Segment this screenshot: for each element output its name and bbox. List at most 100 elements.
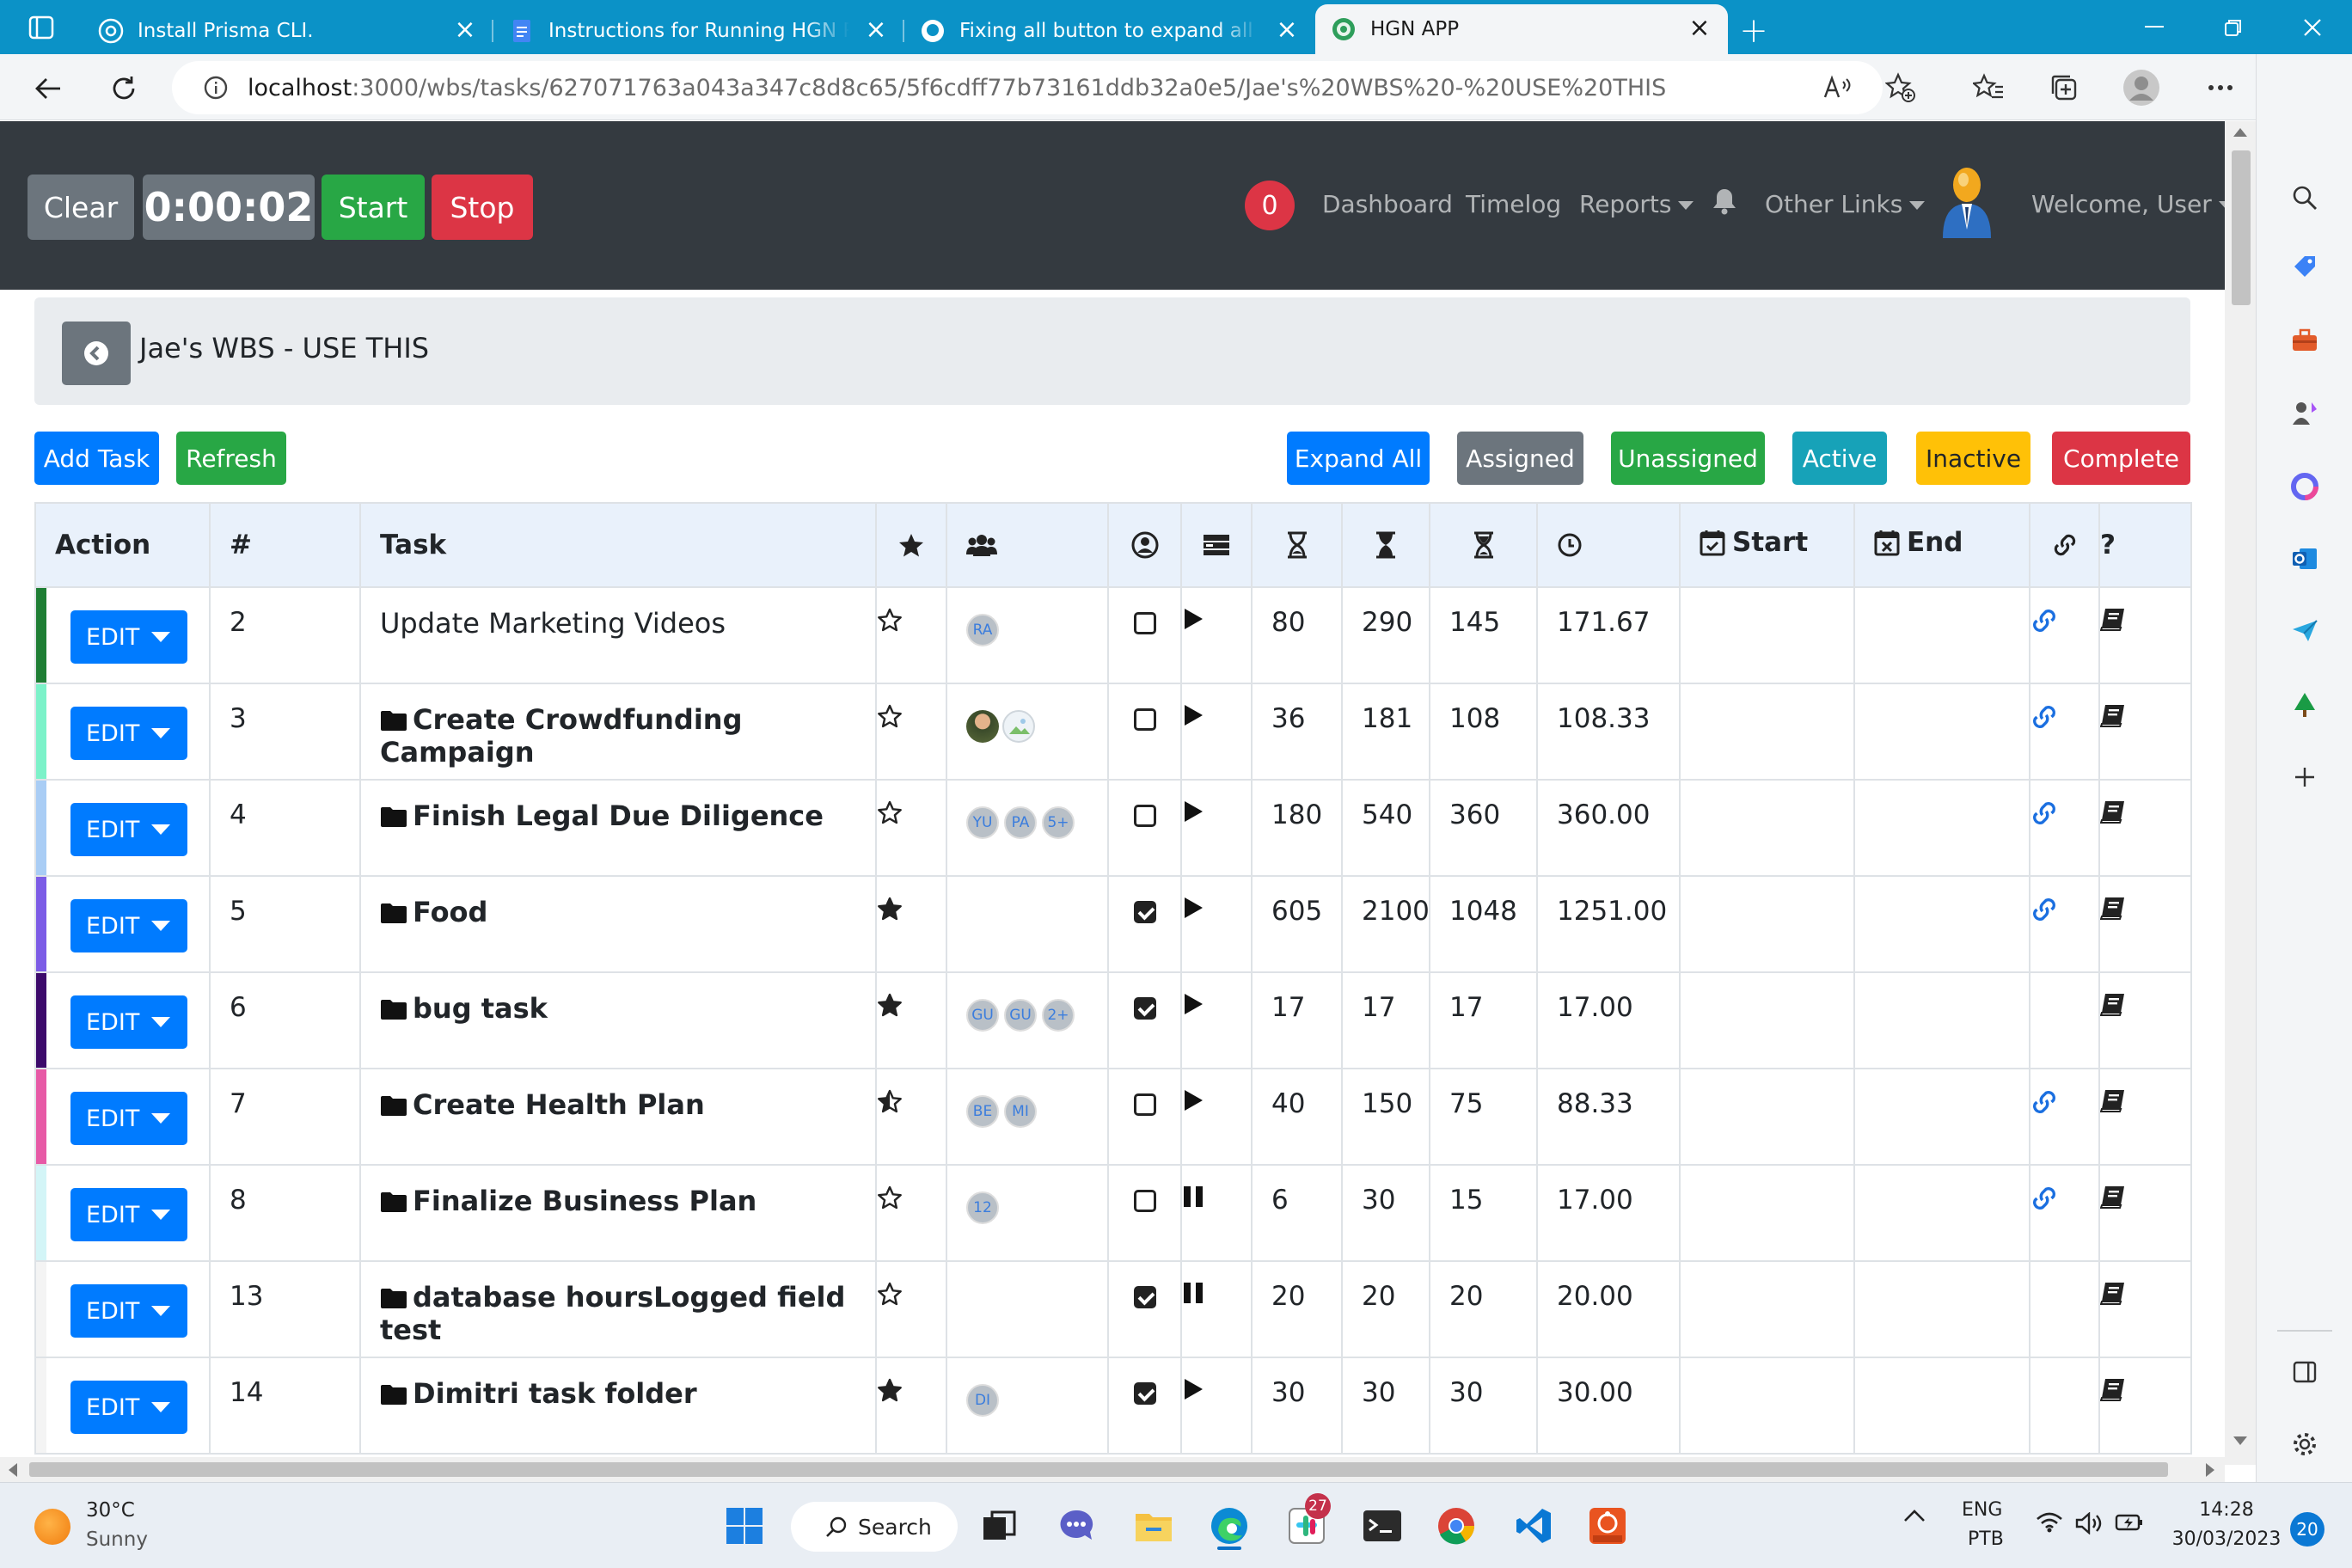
assigned-checkbox[interactable] bbox=[1133, 1190, 1156, 1212]
expand-all-button[interactable]: Expand All bbox=[1287, 432, 1430, 485]
assignee-avatar[interactable]: BE bbox=[966, 1095, 999, 1128]
scroll-right-arrow-icon[interactable] bbox=[2206, 1463, 2214, 1477]
search-icon[interactable] bbox=[2285, 178, 2324, 217]
close-window-icon[interactable] bbox=[2273, 0, 2352, 54]
shopping-tag-icon[interactable] bbox=[2285, 247, 2324, 286]
task-name[interactable]: Finish Legal Due Diligence bbox=[380, 799, 824, 832]
link-icon[interactable] bbox=[2030, 799, 2098, 827]
teams-chat-icon[interactable] bbox=[1052, 1502, 1100, 1550]
timer-start-button[interactable]: Start bbox=[322, 175, 425, 240]
windows-start-icon[interactable] bbox=[720, 1502, 769, 1550]
minimize-icon[interactable] bbox=[2115, 0, 2194, 54]
close-tab-icon[interactable]: × bbox=[863, 17, 889, 44]
nav-timelog-link[interactable]: Timelog bbox=[1466, 190, 1561, 218]
timer-clear-button[interactable]: Clear bbox=[28, 175, 134, 240]
browser-tab[interactable]: Instructions for Running HGN Re × bbox=[493, 8, 904, 54]
nav-other-links-dropdown[interactable]: Other Links bbox=[1765, 190, 1926, 218]
book-icon[interactable] bbox=[2100, 1281, 2190, 1305]
scroll-left-arrow-icon[interactable] bbox=[9, 1463, 17, 1477]
games-icon[interactable] bbox=[2285, 393, 2324, 432]
edit-dropdown-button[interactable]: EDIT bbox=[70, 1188, 187, 1241]
notification-count-badge[interactable]: 0 bbox=[1245, 181, 1295, 230]
timer-stop-button[interactable]: Stop bbox=[432, 175, 533, 240]
play-icon[interactable] bbox=[1182, 703, 1251, 727]
edit-dropdown-button[interactable]: EDIT bbox=[70, 1381, 187, 1434]
outlook-icon[interactable] bbox=[2285, 539, 2324, 579]
assigned-checkbox[interactable] bbox=[1133, 1093, 1156, 1116]
assigned-checkbox[interactable] bbox=[1133, 1382, 1156, 1405]
link-icon[interactable] bbox=[2030, 896, 2098, 923]
assignee-avatar[interactable]: MI bbox=[1004, 1095, 1037, 1128]
assignee-avatar[interactable]: PA bbox=[1004, 806, 1037, 839]
book-icon[interactable] bbox=[2100, 703, 2190, 727]
task-name[interactable]: Create Crowdfunding Campaign bbox=[380, 703, 742, 769]
assigned-checkbox[interactable] bbox=[1133, 997, 1156, 1020]
assignee-photo[interactable] bbox=[1002, 710, 1035, 743]
weather-sun-icon[interactable] bbox=[34, 1509, 70, 1545]
vertical-scroll-thumb[interactable] bbox=[2232, 150, 2251, 305]
assigned-checkbox[interactable] bbox=[1133, 1286, 1156, 1308]
task-name[interactable]: Finalize Business Plan bbox=[380, 1185, 756, 1217]
keyboard-layout[interactable]: PTB bbox=[1968, 1526, 2004, 1553]
task-name[interactable]: Update Marketing Videos bbox=[380, 607, 726, 640]
assigned-checkbox[interactable] bbox=[1133, 805, 1156, 827]
assignee-avatar[interactable]: 2+ bbox=[1042, 999, 1075, 1032]
horizontal-scroll-thumb[interactable] bbox=[29, 1462, 2168, 1477]
chrome-icon[interactable] bbox=[1432, 1502, 1480, 1550]
filter-assigned-button[interactable]: Assigned bbox=[1457, 432, 1583, 485]
new-tab-icon[interactable]: + bbox=[1728, 8, 1779, 54]
edit-dropdown-button[interactable]: EDIT bbox=[70, 803, 187, 856]
wifi-icon[interactable] bbox=[2036, 1512, 2063, 1533]
task-name[interactable]: Dimitri task folder bbox=[380, 1377, 697, 1410]
assignee-avatar[interactable]: GU bbox=[1004, 999, 1037, 1032]
nav-welcome-dropdown[interactable]: Welcome, User bbox=[2031, 190, 2225, 218]
scroll-down-arrow-icon[interactable] bbox=[2233, 1436, 2247, 1445]
task-name-cell[interactable]: Create Crowdfunding Campaign bbox=[359, 683, 877, 781]
task-name[interactable]: database hoursLogged field test bbox=[380, 1281, 845, 1346]
task-name-cell[interactable]: bug task bbox=[359, 971, 877, 1069]
more-menu-icon[interactable] bbox=[2201, 68, 2240, 107]
task-name[interactable]: bug task bbox=[380, 992, 548, 1025]
vertical-scrollbar[interactable] bbox=[2225, 121, 2256, 1465]
assigned-checkbox[interactable] bbox=[1133, 901, 1156, 923]
refresh-button[interactable]: Refresh bbox=[176, 432, 286, 485]
task-name-cell[interactable]: Finish Legal Due Diligence bbox=[359, 779, 877, 877]
task-name-cell[interactable]: database hoursLogged field test bbox=[359, 1260, 877, 1358]
book-icon[interactable] bbox=[2100, 896, 2190, 920]
play-icon[interactable] bbox=[1182, 896, 1251, 920]
clock-date[interactable]: 30/03/2023 bbox=[2166, 1526, 2287, 1553]
pause-icon[interactable] bbox=[1182, 1281, 1251, 1305]
close-tab-icon[interactable]: × bbox=[1274, 17, 1300, 44]
edge-browser-icon[interactable] bbox=[1205, 1502, 1253, 1550]
book-icon[interactable] bbox=[2100, 607, 2190, 631]
edit-dropdown-button[interactable]: EDIT bbox=[70, 1092, 187, 1145]
toolbox-icon[interactable] bbox=[2285, 321, 2324, 360]
edit-dropdown-button[interactable]: EDIT bbox=[70, 1284, 187, 1338]
url-field[interactable]: localhost:3000/wbs/tasks/627071763a043a3… bbox=[172, 61, 1883, 114]
site-info-icon[interactable] bbox=[203, 75, 229, 101]
taskbar-search[interactable]: Search bbox=[791, 1502, 958, 1552]
edit-dropdown-button[interactable]: EDIT bbox=[70, 995, 187, 1049]
filter-active-button[interactable]: Active bbox=[1792, 432, 1887, 485]
task-name[interactable]: Create Health Plan bbox=[380, 1088, 705, 1121]
assignee-avatar[interactable]: DI bbox=[966, 1384, 999, 1417]
assignee-avatar[interactable]: RA bbox=[966, 614, 999, 646]
browser-tab[interactable]: Install Prisma CLI. × bbox=[83, 8, 493, 54]
play-icon[interactable] bbox=[1182, 992, 1251, 1016]
restore-icon[interactable] bbox=[2194, 0, 2273, 54]
link-icon[interactable] bbox=[2030, 1185, 2098, 1212]
add-icon[interactable] bbox=[2285, 757, 2324, 797]
play-icon[interactable] bbox=[1182, 607, 1251, 631]
book-icon[interactable] bbox=[2100, 799, 2190, 824]
language-indicator[interactable]: ENG bbox=[1962, 1497, 2002, 1524]
browser-tab[interactable]: Fixing all button to expand all ta × bbox=[904, 8, 1315, 54]
microsoft365-icon[interactable] bbox=[2285, 467, 2324, 506]
assigned-checkbox[interactable] bbox=[1133, 612, 1156, 634]
terminal-icon[interactable] bbox=[1358, 1502, 1406, 1550]
favorites-icon[interactable] bbox=[1969, 68, 2008, 107]
play-icon[interactable] bbox=[1182, 1377, 1251, 1401]
scroll-up-arrow-icon[interactable] bbox=[2233, 128, 2247, 137]
link-icon[interactable] bbox=[2030, 703, 2098, 731]
task-name-cell[interactable]: Update Marketing Videos bbox=[359, 586, 877, 684]
assignee-avatar[interactable]: 5+ bbox=[1042, 806, 1075, 839]
